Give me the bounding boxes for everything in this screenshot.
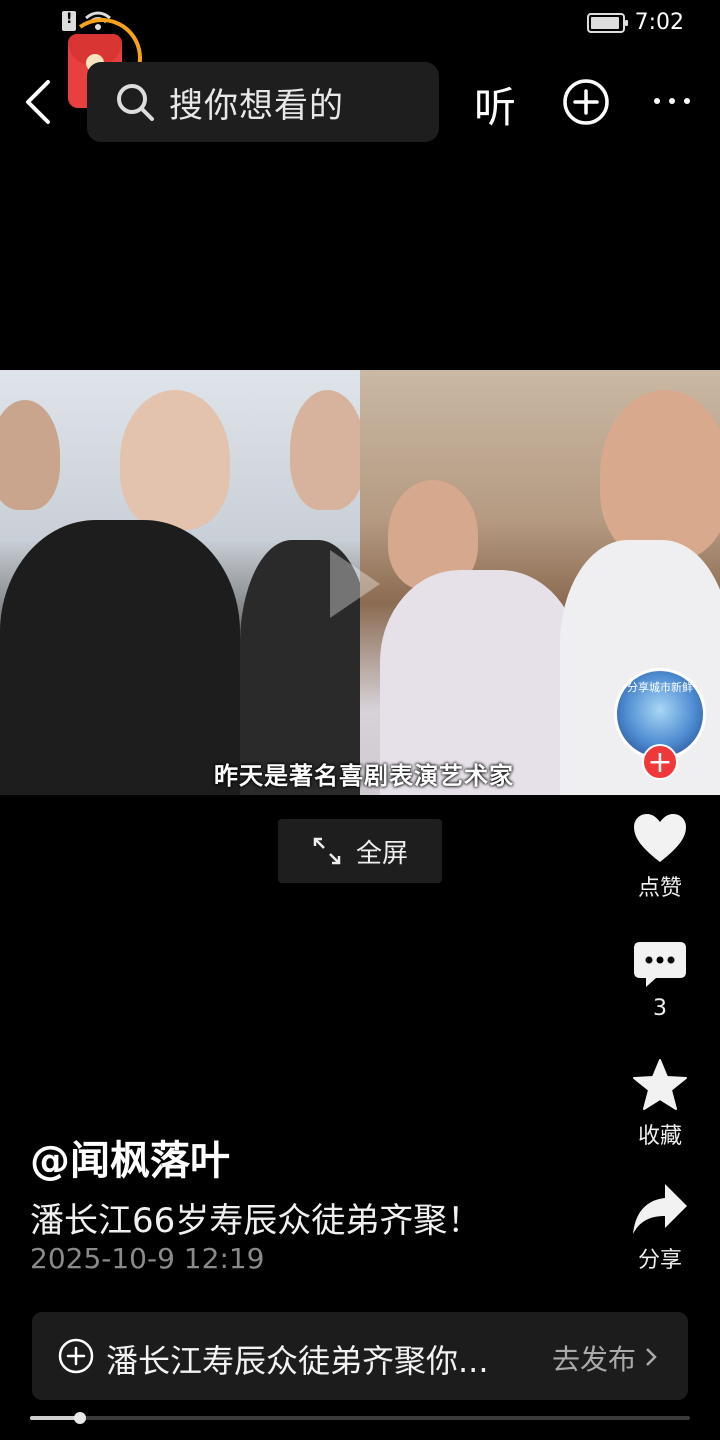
heart-icon bbox=[634, 814, 686, 862]
expand-icon bbox=[313, 837, 341, 865]
add-circle-icon[interactable] bbox=[562, 78, 610, 126]
comment-button[interactable]: 3 bbox=[620, 940, 700, 1021]
listen-button[interactable]: 听 bbox=[474, 74, 516, 135]
publish-label: 去发布 bbox=[551, 1343, 636, 1376]
back-icon[interactable] bbox=[20, 76, 60, 128]
avatar-text: 分享城市新鲜 bbox=[627, 681, 693, 694]
topic-text: 潘长江寿辰众徒弟齐聚你... bbox=[106, 1342, 489, 1380]
person-figure bbox=[0, 400, 60, 510]
chevron-right-icon bbox=[646, 1348, 657, 1366]
playback-progress-knob[interactable] bbox=[73, 1412, 86, 1424]
play-hint-icon bbox=[330, 550, 380, 618]
person-figure bbox=[600, 390, 720, 560]
like-label: 点赞 bbox=[637, 876, 682, 901]
post-caption: 潘长江66岁寿辰众徒弟齐聚！ bbox=[30, 1201, 482, 1241]
share-arrow-icon bbox=[633, 1184, 687, 1234]
battery-icon bbox=[586, 12, 628, 33]
like-button[interactable]: 点赞 bbox=[620, 812, 700, 902]
person-figure bbox=[0, 520, 240, 795]
person-figure bbox=[560, 540, 720, 795]
person-figure bbox=[290, 390, 365, 510]
author-name[interactable]: @闻枫落叶 bbox=[30, 1128, 230, 1186]
follow-button[interactable]: + bbox=[642, 744, 678, 780]
star-icon bbox=[633, 1059, 687, 1110]
search-icon bbox=[117, 84, 154, 121]
video-player[interactable]: 昨天是著名喜剧表演艺术家 bbox=[0, 370, 720, 795]
search-input[interactable]: 搜你想看的 bbox=[87, 62, 439, 142]
post-date: 2025-10-9 12:19 bbox=[30, 1242, 265, 1275]
top-nav: 搜你想看的 听 bbox=[0, 60, 720, 144]
clock: 7:02 bbox=[634, 10, 684, 35]
fullscreen-button[interactable]: 全屏 bbox=[278, 819, 442, 883]
favorite-button[interactable]: 收藏 bbox=[620, 1058, 700, 1150]
topic-publish-bar[interactable]: 潘长江寿辰众徒弟齐聚你... 去发布 bbox=[32, 1312, 688, 1400]
person-figure bbox=[120, 390, 230, 530]
share-button[interactable]: 分享 bbox=[620, 1182, 700, 1274]
video-left-panel bbox=[0, 370, 370, 795]
search-placeholder: 搜你想看的 bbox=[169, 85, 344, 126]
video-subtitle: 昨天是著名喜剧表演艺术家 bbox=[214, 762, 514, 790]
more-icon[interactable] bbox=[652, 86, 692, 116]
status-right: 7:02 bbox=[586, 10, 684, 35]
comment-count: 3 bbox=[653, 996, 667, 1021]
playback-progress-fill bbox=[30, 1416, 80, 1420]
share-label: 分享 bbox=[637, 1248, 682, 1273]
playback-progress-bar[interactable] bbox=[30, 1412, 690, 1424]
comment-icon bbox=[634, 942, 686, 987]
publish-link[interactable]: 去发布 bbox=[552, 1338, 636, 1378]
favorite-label: 收藏 bbox=[637, 1124, 682, 1149]
add-circle-icon bbox=[58, 1338, 94, 1374]
fullscreen-label: 全屏 bbox=[355, 838, 408, 869]
